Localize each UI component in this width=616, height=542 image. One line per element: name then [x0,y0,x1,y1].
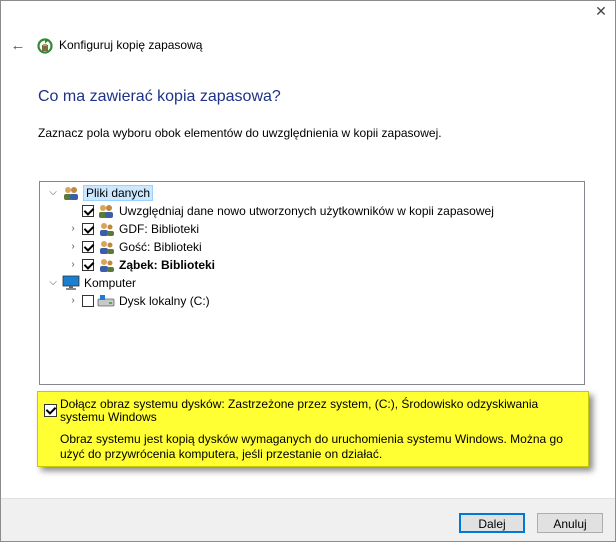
tree-item-guest[interactable]: › Gość: Biblioteki [66,238,202,256]
tree-item-label: Uwzględniaj dane nowo utworzonych użytko… [119,204,494,218]
tree-item-label: GDF: Biblioteki [119,222,200,236]
system-image-highlight: Dołącz obraz systemu dysków: Zastrzeżone… [37,391,589,467]
tree-item-label: Dysk lokalny (C:) [119,294,210,308]
include-new-users-checkbox[interactable] [82,205,94,217]
button-bar: Dalej Anuluj [1,498,615,541]
tree-item-include-new-users[interactable]: Uwzględniaj dane nowo utworzonych użytko… [82,202,494,220]
close-icon[interactable]: ✕ [593,3,609,19]
tree-item-label: Gość: Biblioteki [119,240,202,254]
chevron-right-icon[interactable]: › [66,294,80,308]
system-image-label[interactable]: Dołącz obraz systemu dysków: Zastrzeżone… [60,398,580,424]
chevron-right-icon[interactable]: › [66,222,80,236]
page-heading: Co ma zawierać kopia zapasowa? [38,88,281,105]
tree-item-data-files[interactable]: ⌵ Pliki danych [46,184,154,202]
chevron-right-icon[interactable]: › [66,258,80,272]
cancel-button[interactable]: Anuluj [537,513,603,533]
user-icon [100,223,114,236]
instruction-text: Zaznacz pola wyboru obok elementów do uw… [38,126,442,140]
chevron-down-icon[interactable]: ⌵ [46,276,60,290]
zabek-checkbox[interactable] [82,259,94,271]
tree-item-zabek[interactable]: › Ząbek: Biblioteki [66,256,215,274]
disk-icon [97,295,115,307]
user-icon [100,241,114,254]
users-icon [64,187,78,200]
users-icon [99,205,113,218]
window-title: Konfiguruj kopię zapasową [59,38,203,52]
computer-icon [62,275,80,290]
tree-item-computer[interactable]: ⌵ Komputer [46,274,136,292]
tree-item-label: Ząbek: Biblioteki [119,258,216,272]
guest-checkbox[interactable] [82,241,94,253]
chevron-right-icon[interactable]: › [66,240,80,254]
chevron-down-icon[interactable]: ⌵ [46,186,60,200]
system-image-description: Obraz systemu jest kopią dysków wymagany… [60,432,563,461]
tree-item-local-disk[interactable]: › Dysk lokalny (C:) [66,292,210,310]
tree-item-label: Komputer [84,276,137,290]
system-image-checkbox[interactable] [44,404,57,417]
backup-wizard-window: ✕ ← Konfiguruj kopię zapasową Co ma zawi… [0,0,616,542]
next-button[interactable]: Dalej [459,513,525,533]
tree-item-label: Pliki danych [82,185,154,201]
local-disk-checkbox[interactable] [82,295,94,307]
gdf-checkbox[interactable] [82,223,94,235]
backup-icon [37,38,53,54]
user-icon [100,259,114,272]
backup-items-tree[interactable]: ⌵ Pliki danych Uwzględniaj dane nowo utw… [39,181,585,385]
tree-item-gdf[interactable]: › GDF: Biblioteki [66,220,199,238]
back-arrow-icon[interactable]: ← [9,37,27,55]
